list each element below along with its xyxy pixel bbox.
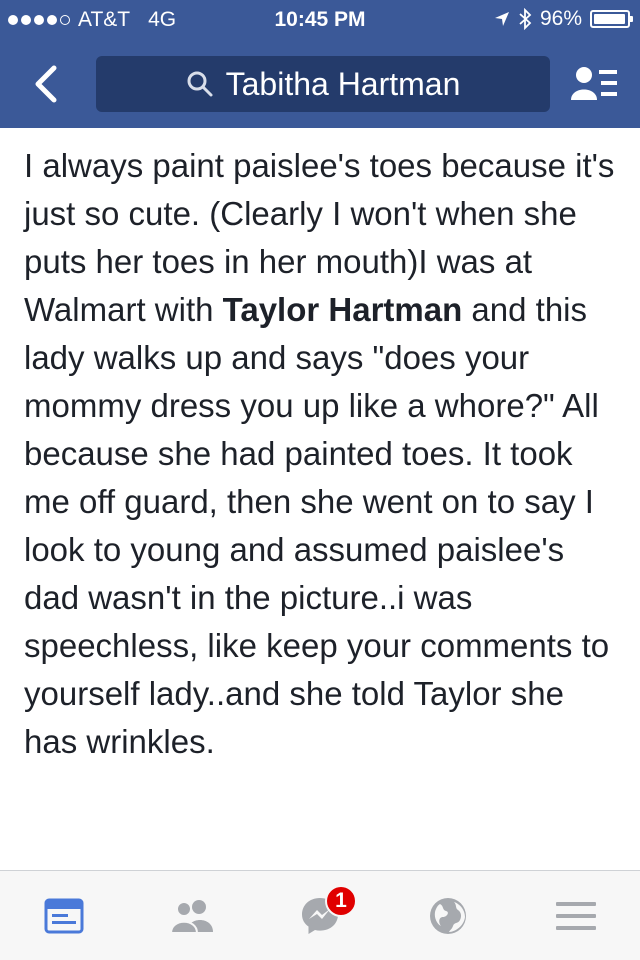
post-text: I always paint paislee's toes because it… (24, 142, 624, 766)
back-button[interactable] (22, 60, 70, 108)
news-feed-icon (44, 898, 84, 933)
tab-news-feed[interactable] (0, 871, 128, 960)
chevron-left-icon (35, 65, 57, 103)
battery-icon (590, 10, 633, 28)
friend-list-button[interactable] (570, 62, 620, 106)
search-input[interactable]: Tabitha Hartman (96, 56, 550, 112)
friends-icon (169, 899, 213, 934)
battery-percent-label: 96% (539, 7, 582, 30)
status-bar: AT&T 4G 10:45 PM 96% (0, 0, 640, 40)
search-icon (187, 71, 213, 97)
location-arrow-icon (494, 12, 509, 26)
menu-icon (556, 901, 596, 930)
friend-list-icon (571, 67, 617, 100)
bluetooth-icon (519, 8, 532, 30)
messenger-badge: 1 (325, 885, 357, 917)
tab-more-menu[interactable] (512, 871, 640, 960)
tab-bar: 1 (0, 870, 640, 960)
post-text-part-2: and this lady walks up and says "does yo… (24, 291, 610, 760)
tab-notifications[interactable] (384, 871, 512, 960)
search-query-text: Tabitha Hartman (225, 65, 461, 102)
tab-friend-requests[interactable] (128, 871, 256, 960)
status-right: 96% (494, 7, 633, 31)
nav-bar: Tabitha Hartman (0, 40, 640, 128)
tagged-user-link[interactable]: Taylor Hartman (223, 291, 463, 328)
tab-messenger[interactable]: 1 (256, 871, 384, 960)
globe-notifications-icon (430, 897, 466, 934)
